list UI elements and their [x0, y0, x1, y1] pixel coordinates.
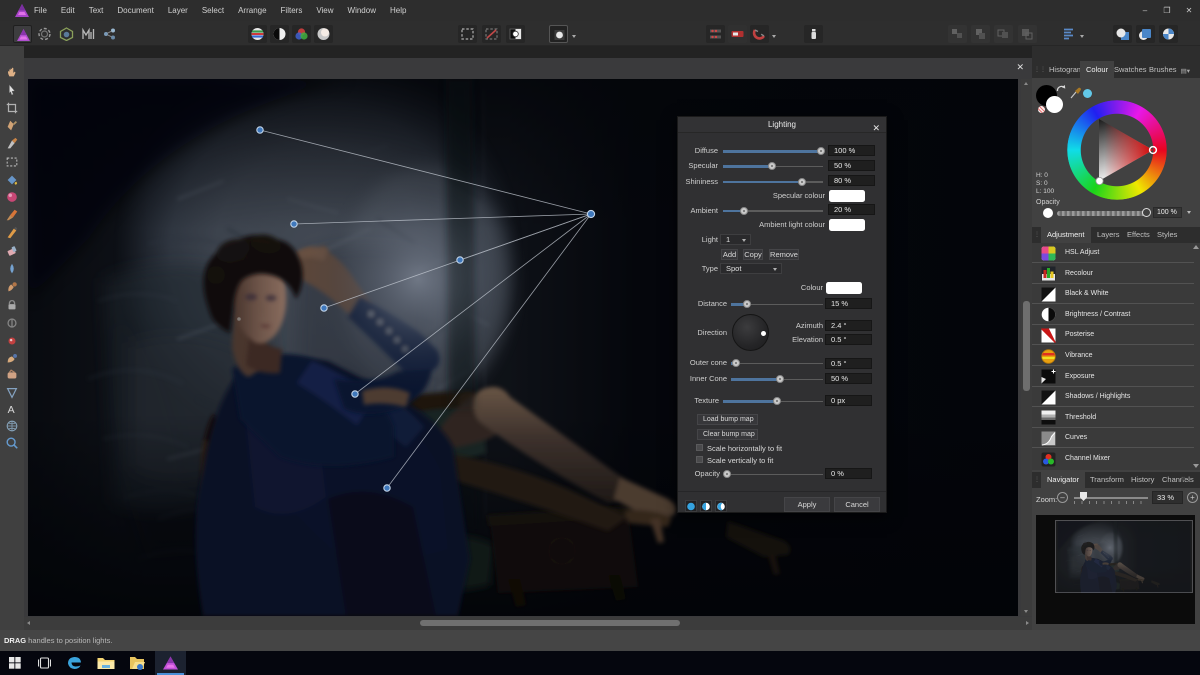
svg-text:A: A: [8, 404, 15, 416]
